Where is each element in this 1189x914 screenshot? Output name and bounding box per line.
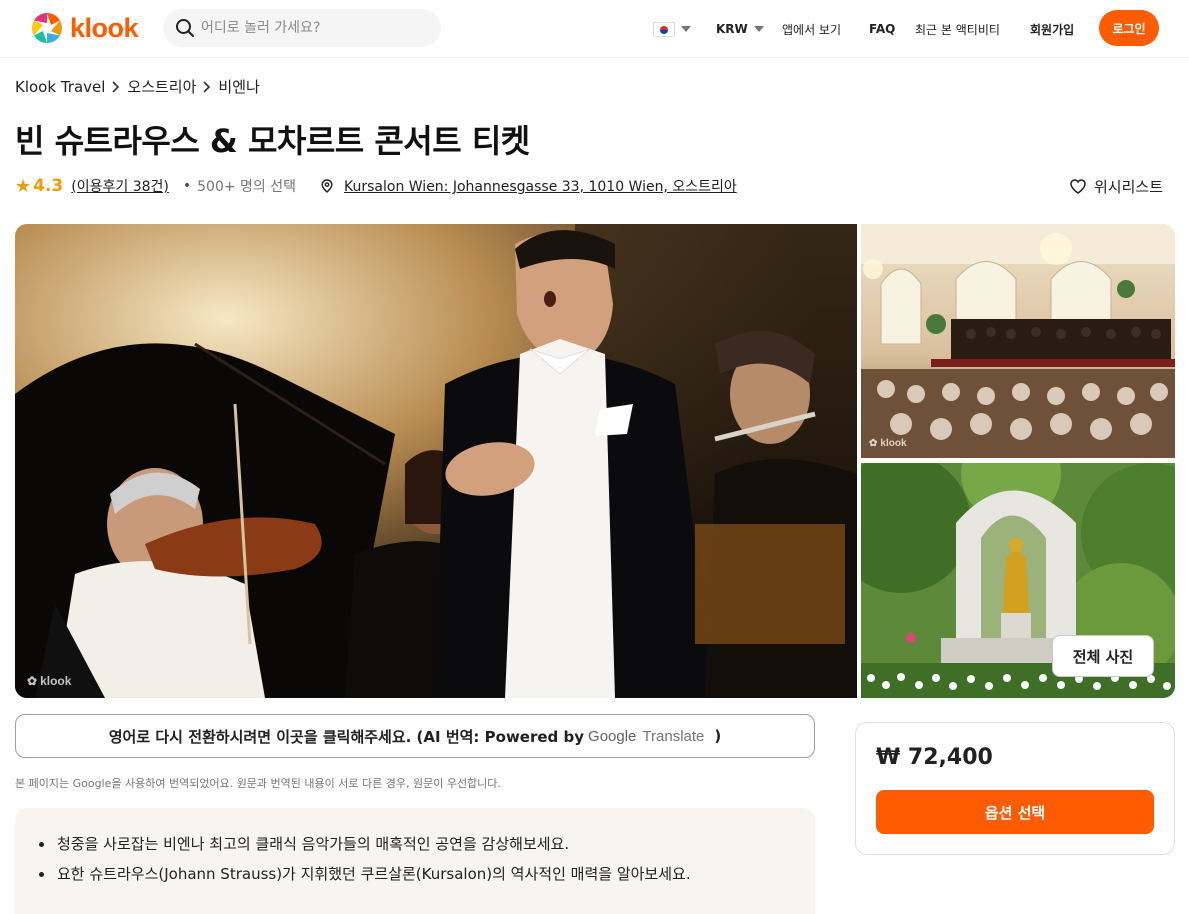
login-button[interactable]: 로그인: [1099, 10, 1159, 46]
rating-value: 4.3: [33, 176, 64, 196]
hall-photo[interactable]: ✿ klook: [861, 224, 1175, 458]
top-header: klook KRW 앱에서 보기 FAQ 최근 본 액티비티 회원가입 로그인: [0, 0, 1189, 58]
star-icon: ★: [15, 175, 32, 197]
translate-close-paren: ): [714, 727, 722, 745]
currency-selector[interactable]: KRW: [716, 0, 764, 58]
watermark-text: klook: [40, 674, 72, 688]
heart-icon: [1070, 178, 1086, 194]
breadcrumb-item[interactable]: 오스트리아: [127, 76, 196, 97]
main-photo[interactable]: ✿ klook: [15, 224, 857, 698]
price: ₩ 72,400: [876, 745, 993, 770]
chevron-right-icon: [203, 80, 211, 93]
watermark: ✿ klook: [27, 674, 71, 688]
page-title: 빈 슈트라우스 & 모차르트 콘서트 티켓: [15, 122, 530, 160]
location-pin-icon: [321, 179, 333, 193]
reviews-link[interactable]: (이용후기 38건): [71, 176, 169, 196]
klook-watermark-icon: ✿: [27, 674, 38, 688]
highlight-item: 청중을 사로잡는 비엔나 최고의 클래식 음악가들의 매혹적인 공연을 감상해보…: [35, 830, 735, 858]
logo-text: klook: [70, 12, 139, 43]
korea-flag-icon: [653, 21, 675, 37]
currency-label: KRW: [716, 22, 748, 36]
booking-card: ₩ 72,400 옵션 선택: [855, 722, 1175, 855]
chevron-right-icon: [112, 80, 120, 93]
translate-bar-text: 영어로 다시 전환하시려면 이곳을 클릭해주세요. (AI 번역: Powere…: [108, 727, 585, 746]
breadcrumb: Klook Travel 오스트리아 비엔나: [15, 76, 260, 97]
highlight-item: 요한 슈트라우스(Johann Strauss)가 지휘했던 쿠르살론(Kurs…: [35, 860, 735, 888]
translation-disclaimer: 본 페이지는 Google을 사용하여 번역되었어요. 원문과 번역된 내용이 …: [15, 777, 501, 790]
chevron-down-icon: [681, 26, 691, 32]
highlights-box: 청중을 사로잡는 비엔나 최고의 클래식 음악가들의 매혹적인 공연을 감상해보…: [15, 808, 815, 914]
search-box[interactable]: [163, 9, 441, 47]
klook-logo-icon: [31, 12, 63, 44]
breadcrumb-item[interactable]: 비엔나: [218, 76, 259, 97]
search-input[interactable]: [201, 20, 431, 36]
faq-link[interactable]: FAQ: [869, 0, 895, 58]
signup-link[interactable]: 회원가입: [1030, 0, 1074, 58]
app-link[interactable]: 앱에서 보기: [782, 0, 841, 58]
recently-viewed-link[interactable]: 최근 본 액티비티: [915, 0, 1000, 58]
view-all-photos-button[interactable]: 전체 사진: [1052, 635, 1154, 677]
google-logo: Google: [588, 727, 637, 745]
translate-label: Translate: [642, 727, 705, 745]
concert-hall-photo: [861, 224, 1175, 458]
separator-dot: •: [182, 178, 192, 194]
concert-photo: [15, 224, 857, 698]
activity-meta: ★ 4.3 (이용후기 38건) • 500+ 명의 선택 Kursalon W…: [15, 174, 737, 198]
klook-logo[interactable]: klook: [30, 11, 139, 45]
watermark-text: klook: [880, 438, 907, 449]
wishlist-label: 위시리스트: [1094, 177, 1164, 196]
booked-count: 500+ 명의 선택: [197, 179, 296, 195]
chevron-down-icon: [753, 26, 764, 32]
watermark: ✿ klook: [869, 438, 907, 449]
search-icon: [176, 19, 194, 37]
breadcrumb-item[interactable]: Klook Travel: [15, 78, 105, 96]
language-selector[interactable]: [653, 0, 691, 58]
select-option-button[interactable]: 옵션 선택: [876, 790, 1154, 834]
location-link[interactable]: Kursalon Wien: Johannesgasse 33, 1010 Wi…: [344, 176, 737, 196]
highlights-list: 청중을 사로잡는 비엔나 최고의 클래식 음악가들의 매혹적인 공연을 감상해보…: [35, 830, 795, 888]
translate-toggle-bar[interactable]: 영어로 다시 전환하시려면 이곳을 클릭해주세요. (AI 번역: Powere…: [15, 714, 815, 758]
klook-watermark-icon: ✿: [869, 438, 878, 449]
wishlist-button[interactable]: 위시리스트: [1070, 174, 1163, 198]
